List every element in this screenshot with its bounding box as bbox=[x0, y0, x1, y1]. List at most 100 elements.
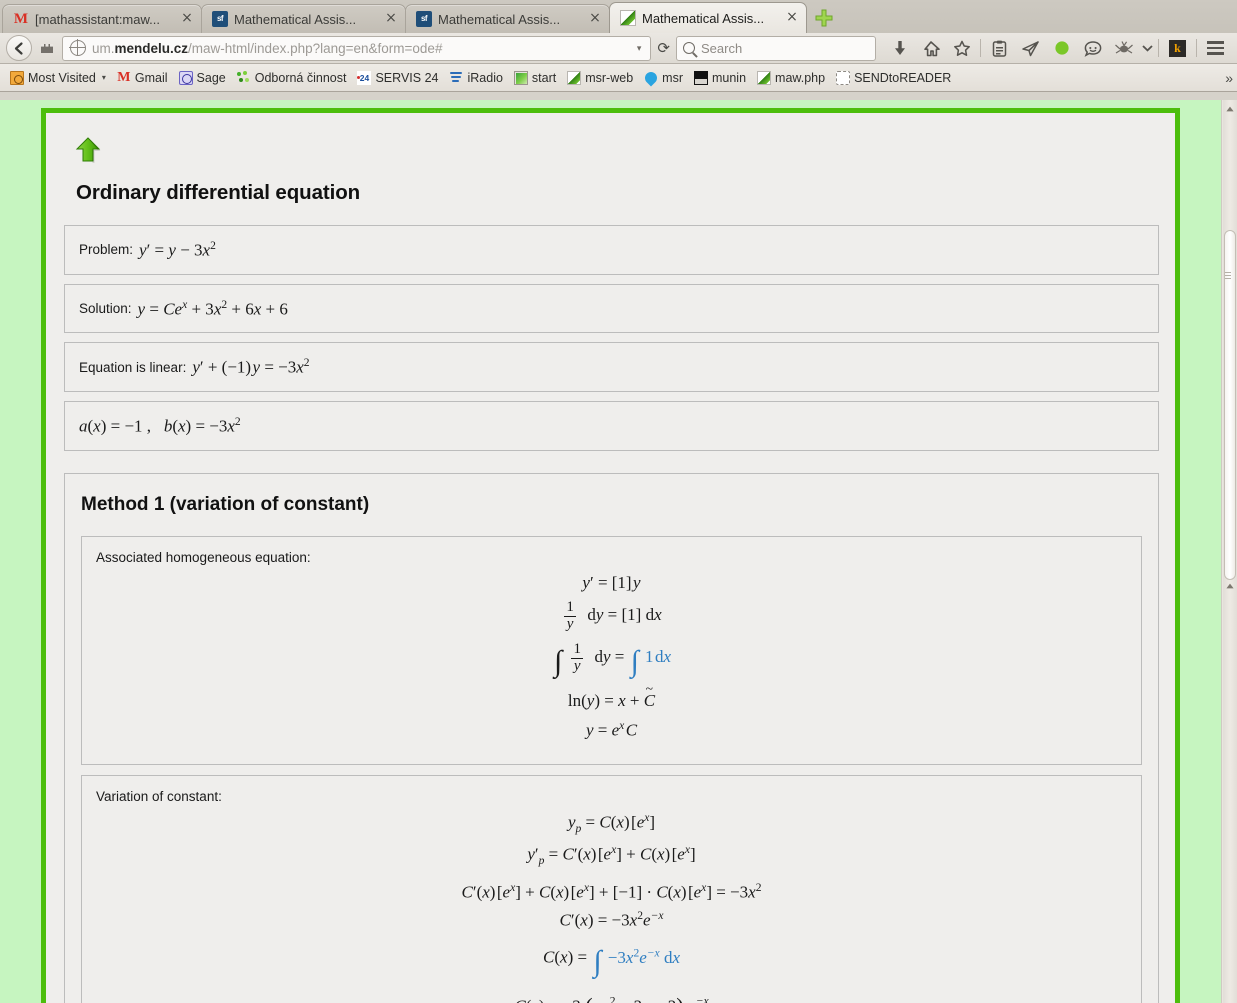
star-icon[interactable] bbox=[946, 35, 977, 61]
forward-button[interactable] bbox=[34, 35, 62, 61]
bookmark-msr[interactable]: msr bbox=[639, 69, 688, 87]
sage-icon bbox=[178, 70, 193, 85]
linear-formula: y′ + (−1) y = −3x2 bbox=[192, 356, 310, 377]
equation-line: yp = C(x) [ex] bbox=[567, 810, 656, 835]
variation-label: Variation of constant: bbox=[96, 788, 222, 804]
bookmarks-overflow-button[interactable]: » bbox=[1225, 70, 1233, 86]
maw-icon bbox=[620, 10, 636, 26]
bug-icon[interactable] bbox=[1108, 35, 1139, 61]
odborna-icon bbox=[236, 70, 251, 85]
reload-button[interactable]: ⟳ bbox=[657, 39, 676, 57]
coefficients-formula: a(x) = −1 , b(x) = −3x2 bbox=[79, 414, 241, 436]
tab-close-button[interactable]: × bbox=[785, 10, 799, 25]
status-dot-icon[interactable] bbox=[1046, 35, 1077, 61]
bookmark-munin[interactable]: munin bbox=[689, 69, 751, 87]
scroll-down-button[interactable] bbox=[1223, 578, 1237, 593]
bookmark-most-visited[interactable]: Most Visited ▾ bbox=[5, 69, 111, 87]
plus-icon bbox=[815, 9, 833, 27]
equation-line: y′ = [1] y bbox=[582, 572, 641, 592]
menu-icon[interactable] bbox=[1200, 35, 1231, 61]
bookmark-label: msr bbox=[662, 70, 683, 85]
reader-icon[interactable] bbox=[984, 35, 1015, 61]
method-1-box: Method 1 (variation of constant) Associa… bbox=[64, 472, 1159, 1003]
homogeneous-label: Associated homogeneous equation: bbox=[96, 549, 311, 565]
scrollbar-grip bbox=[1225, 270, 1231, 281]
bookmark-label: Odborná činnost bbox=[254, 70, 347, 85]
bookmark-iradio[interactable]: iRadio bbox=[444, 69, 507, 87]
download-icon[interactable] bbox=[884, 35, 915, 61]
new-tab-button[interactable] bbox=[811, 6, 837, 30]
equation-line: C(x) = ∫ −3x2e−x dx bbox=[543, 945, 680, 979]
browser-tab-2[interactable]: sf Mathematical Assis... × bbox=[201, 4, 406, 33]
solution-box: Solution: y = Cex + 3x2 + 6x + 6 bbox=[64, 283, 1159, 334]
toolbar-divider bbox=[1158, 39, 1159, 57]
linear-label: Equation is linear: bbox=[79, 359, 187, 375]
tab-close-button[interactable]: × bbox=[384, 11, 398, 26]
browser-tab-4-active[interactable]: Mathematical Assis... × bbox=[609, 2, 807, 33]
equation-line: C(x) = −3 (−x2 − 2x − 2) e−x bbox=[514, 994, 709, 1003]
homogeneous-equation-box: Associated homogeneous equation: y′ = [1… bbox=[81, 535, 1142, 765]
bookmarks-bar: Most Visited ▾ M Gmail Sage Odborná činn… bbox=[0, 64, 1237, 92]
search-bar[interactable]: Search bbox=[676, 35, 876, 61]
method-title: Method 1 (variation of constant) bbox=[81, 493, 370, 515]
sourceforge-icon: sf bbox=[416, 11, 432, 27]
linear-box: Equation is linear: y′ + (−1) y = −3x2 bbox=[64, 342, 1159, 392]
gmail-icon: M bbox=[13, 11, 29, 27]
tab-title: [mathassistant:maw... bbox=[35, 11, 160, 27]
browser-tab-3[interactable]: sf Mathematical Assis... × bbox=[405, 4, 610, 33]
equation-line: C′(x) = −3x2e−x bbox=[559, 909, 664, 931]
url-prefix: um. bbox=[92, 40, 115, 56]
variation-of-constant-box: Variation of constant: yp = C(x) [ex] y′… bbox=[81, 774, 1142, 1003]
tab-title: Mathematical Assis... bbox=[234, 11, 357, 27]
solution-label: Solution: bbox=[79, 300, 132, 316]
chevron-down-icon[interactable]: ▾ bbox=[634, 43, 647, 54]
bookmark-label: SENDtoREADER bbox=[854, 70, 952, 85]
equation-line: ln(y) = x + C bbox=[96, 690, 1127, 711]
page-scrollbar[interactable] bbox=[1221, 100, 1237, 1003]
tab-close-button[interactable]: × bbox=[180, 11, 194, 26]
browser-tab-1[interactable]: M [mathassistant:maw... × bbox=[2, 4, 202, 33]
bookmark-label: iRadio bbox=[467, 70, 503, 85]
page-title: Ordinary differential equation bbox=[76, 181, 361, 204]
paper-plane-icon[interactable] bbox=[1015, 35, 1046, 61]
msr-icon bbox=[642, 69, 660, 86]
sendtoreader-icon bbox=[836, 70, 851, 85]
bookmark-label: Gmail bbox=[134, 70, 168, 85]
up-arrow-icon[interactable] bbox=[75, 137, 101, 167]
variation-derivation: yp = C(x) [ex] y′p = C′(x) [ex] + C(x) [… bbox=[96, 811, 1127, 1003]
url-bar[interactable]: um.mendelu.cz/maw-html/index.php?lang=en… bbox=[62, 35, 652, 61]
chevron-down-icon[interactable] bbox=[1139, 35, 1155, 61]
bookmark-msr-web[interactable]: msr-web bbox=[562, 69, 638, 87]
search-placeholder: Search bbox=[701, 40, 743, 56]
chevron-down-icon: ▾ bbox=[101, 73, 106, 82]
bookmark-label: Sage bbox=[196, 70, 226, 85]
toolbar-icon-group: k bbox=[876, 35, 1231, 61]
chat-bubble-icon[interactable] bbox=[1077, 35, 1108, 61]
bookmark-start[interactable]: start bbox=[509, 69, 561, 87]
kindle-icon[interactable]: k bbox=[1162, 35, 1193, 61]
back-arrow-icon bbox=[14, 41, 23, 55]
bookmark-sendtoreader[interactable]: SENDtoREADER bbox=[831, 69, 956, 87]
maw-icon bbox=[567, 70, 582, 85]
tab-title: Mathematical Assis... bbox=[438, 11, 561, 27]
tab-strip: M [mathassistant:maw... × sf Mathematica… bbox=[0, 0, 1237, 33]
toolbar-divider bbox=[1196, 39, 1197, 57]
scrollbar-thumb[interactable] bbox=[1224, 230, 1236, 580]
back-button[interactable] bbox=[6, 35, 32, 61]
problem-formula: y′ = y − 3x2 bbox=[139, 239, 216, 260]
tab-title: Mathematical Assis... bbox=[642, 10, 765, 26]
tab-close-button[interactable]: × bbox=[588, 11, 602, 26]
bookmark-odborna-cinnost[interactable]: Odborná činnost bbox=[232, 69, 352, 87]
home-icon[interactable] bbox=[915, 35, 946, 61]
bookmark-sage[interactable]: Sage bbox=[174, 69, 231, 87]
bookmark-servis24[interactable]: 24 SERVIS 24 bbox=[352, 69, 443, 87]
bookmark-maw-php[interactable]: maw.php bbox=[752, 69, 830, 87]
homogeneous-derivation: y′ = [1] y 1y dy = [1] dx ∫ 1y dy = ∫ 1 … bbox=[96, 572, 1127, 741]
bookmark-label: maw.php bbox=[775, 70, 826, 85]
bookmark-gmail[interactable]: M Gmail bbox=[112, 69, 173, 87]
scroll-up-button[interactable] bbox=[1223, 101, 1237, 116]
equation-line: y = ex C bbox=[585, 718, 638, 740]
toolbar-divider bbox=[980, 39, 981, 57]
page-frame: Ordinary differential equation Problem: … bbox=[41, 108, 1180, 1003]
browser-window: M [mathassistant:maw... × sf Mathematica… bbox=[0, 0, 1237, 1003]
